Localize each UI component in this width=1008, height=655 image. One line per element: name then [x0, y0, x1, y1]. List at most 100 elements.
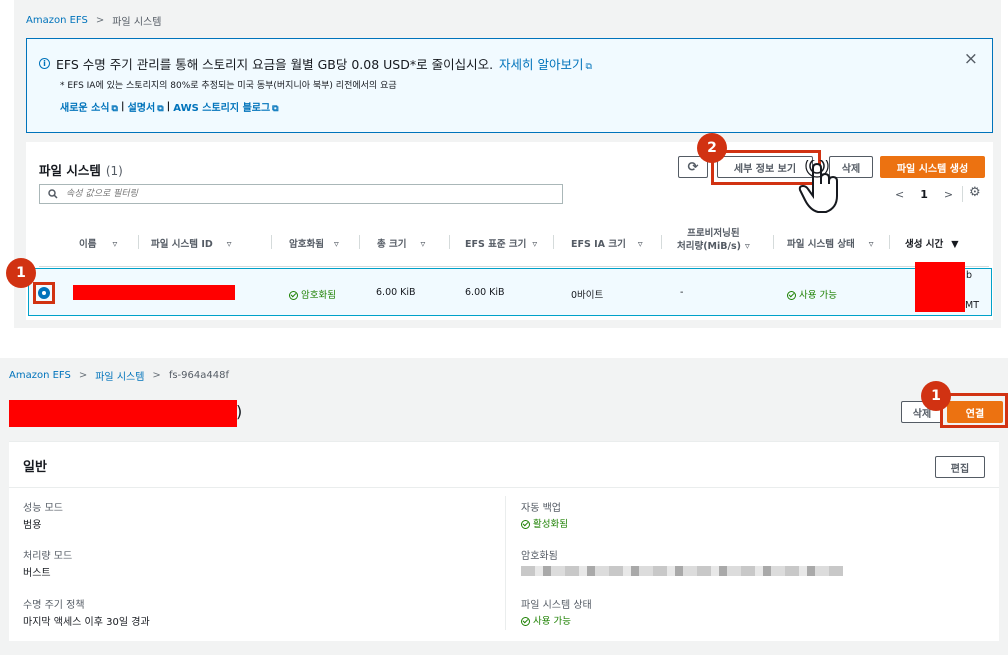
redacted-title: [9, 400, 237, 427]
close-icon[interactable]: ×: [964, 49, 978, 69]
throughput-mode-value: 버스트: [23, 568, 51, 579]
breadcrumb-current: fs-964a448f: [168, 370, 229, 381]
encrypted-status: 암호화됨: [289, 287, 336, 301]
column-header-ia-size[interactable]: EFS IA 크기 ▿: [571, 236, 643, 250]
column-divider: [889, 235, 890, 249]
breadcrumb-separator: >: [95, 15, 105, 26]
column-label: EFS 표준 크기: [465, 239, 527, 250]
column-label: 파일 시스템 ID: [151, 239, 213, 250]
breadcrumb-amazon-efs[interactable]: Amazon EFS: [9, 370, 71, 381]
banner-footnote: * EFS IA에 있는 스토리지의 80%로 추정되는 미국 동부(버지니아 …: [60, 81, 397, 91]
breadcrumb-separator: >: [152, 370, 161, 381]
column-header-created[interactable]: 생성 시간 ▼: [905, 236, 959, 250]
column-header-name[interactable]: 이름 ▿: [79, 236, 117, 250]
column-label: 파일 시스템 상태: [787, 239, 855, 250]
column-header-total-size[interactable]: 총 크기 ▿: [377, 236, 425, 250]
breadcrumb: Amazon EFS > 파일 시스템 > fs-964a448f: [9, 368, 229, 383]
sort-icon: ▿: [112, 239, 118, 250]
check-circle-icon: [289, 291, 298, 300]
item-count: (1): [105, 164, 123, 178]
lifecycle-info-banner: i EFS 수명 주기 관리를 통해 스토리지 요금을 월별 GB당 0.08 …: [26, 38, 993, 133]
standard-size-cell: 6.00 KiB: [465, 287, 505, 298]
external-link-icon: ⧉: [111, 104, 118, 114]
column-divider: [773, 235, 774, 249]
column-header-encrypted[interactable]: 암호화됨 ▿: [289, 236, 339, 250]
banner-links: 새로운 소식 ⧉ | 설명서 ⧉ | AWS 스토리지 블로그 ⧉: [60, 99, 279, 114]
check-circle-icon: [521, 520, 530, 529]
hand-cursor-icon: [798, 160, 838, 213]
delete-label: 삭제: [841, 163, 861, 175]
throughput-cell: -: [680, 287, 684, 298]
column-label-line1: 프로비저닝된: [687, 228, 740, 239]
general-card: [9, 441, 999, 641]
created-time-fragment: MT: [965, 300, 979, 311]
encryption-label: 암호화됨: [521, 551, 558, 562]
step-badge-1: 1: [921, 381, 951, 411]
breadcrumb: Amazon EFS > 파일 시스템: [26, 13, 161, 28]
banner-title: EFS 수명 주기 관리를 통해 스토리지 요금을 월별 GB당 0.08 US…: [56, 57, 494, 72]
column-label: 이름: [79, 239, 97, 250]
breadcrumb-file-systems[interactable]: 파일 시스템: [95, 368, 144, 383]
step-badge-2: 2: [697, 133, 727, 163]
external-link-icon: ⧉: [272, 104, 279, 114]
blurred-encryption-key: [521, 566, 843, 576]
card-header-divider: [9, 487, 999, 488]
step-badge-1: 1: [6, 258, 36, 288]
external-link-icon: ⧉: [157, 104, 164, 114]
prev-page-button[interactable]: <: [895, 188, 904, 201]
total-size-cell: 6.00 KiB: [376, 287, 416, 298]
next-page-button[interactable]: >: [944, 188, 953, 201]
sort-icon: ▿: [333, 239, 339, 250]
sort-icon: ▿: [744, 241, 750, 252]
column-label: 생성 시간: [905, 239, 944, 250]
card-title: 파일 시스템: [39, 163, 101, 178]
column-header-throughput[interactable]: 프로비저닝된 처리량(MiB/s) ▿: [677, 227, 750, 253]
whats-new-label: 새로운 소식: [60, 103, 110, 114]
created-time-fragment: b: [966, 270, 973, 281]
column-divider: [359, 235, 360, 249]
breadcrumb-separator: >: [78, 370, 88, 381]
column-header-fs-id[interactable]: 파일 시스템 ID ▿: [151, 236, 232, 250]
documentation-link[interactable]: 설명서 ⧉: [128, 99, 164, 114]
documentation-label: 설명서: [127, 103, 156, 114]
sort-desc-icon: ▼: [951, 239, 959, 250]
auto-backup-label: 자동 백업: [521, 503, 561, 514]
create-label: 파일 시스템 생성: [896, 163, 969, 175]
row-select-radio[interactable]: [38, 287, 50, 299]
storage-blog-label: AWS 스토리지 블로그: [173, 103, 271, 114]
redacted-created-time: [915, 262, 965, 312]
file-system-state-label: 파일 시스템 상태: [521, 600, 592, 611]
column-label: 암호화됨: [289, 239, 324, 250]
sort-icon: ▿: [532, 239, 538, 250]
redacted-name: [73, 285, 235, 300]
column-header-standard-size[interactable]: EFS 표준 크기 ▿: [465, 236, 537, 250]
storage-blog-link[interactable]: AWS 스토리지 블로그 ⧉: [173, 99, 278, 114]
column-header-state[interactable]: 파일 시스템 상태 ▿: [787, 236, 874, 250]
current-page[interactable]: 1: [920, 188, 928, 201]
auto-backup-value: 활성화됨: [521, 516, 568, 530]
breadcrumb-current: 파일 시스템: [112, 17, 162, 28]
auto-backup-status: 활성화됨: [533, 519, 568, 530]
state-cell: 사용 가능: [787, 287, 837, 301]
filter-input[interactable]: [64, 188, 548, 200]
edit-button[interactable]: 편집: [935, 456, 985, 478]
sort-icon: ▿: [226, 239, 232, 250]
encrypted-label: 암호화됨: [301, 290, 336, 301]
create-file-system-button[interactable]: 파일 시스템 생성: [880, 156, 985, 178]
performance-mode-label: 성능 모드: [23, 503, 63, 514]
search-icon: [48, 189, 58, 199]
file-system-state-value: 사용 가능: [521, 613, 571, 627]
link-separator: |: [166, 101, 171, 112]
whats-new-link[interactable]: 새로운 소식 ⧉: [60, 99, 118, 114]
performance-mode-value: 범용: [23, 520, 42, 531]
settings-gear-icon[interactable]: ⚙: [969, 185, 981, 200]
learn-more-link[interactable]: 자세히 알아보기 ⧉: [499, 54, 592, 73]
filter-search-field[interactable]: [39, 184, 563, 204]
learn-more-label: 자세히 알아보기: [499, 57, 584, 72]
state-label: 사용 가능: [533, 616, 571, 627]
sort-icon: ▿: [637, 239, 643, 250]
link-separator: |: [120, 101, 125, 112]
breadcrumb-amazon-efs[interactable]: Amazon EFS: [26, 15, 88, 26]
column-divider: [271, 235, 272, 249]
column-divider: [449, 235, 450, 249]
